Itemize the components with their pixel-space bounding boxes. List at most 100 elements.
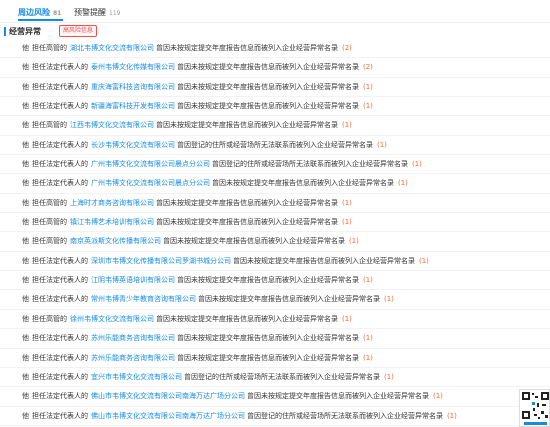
role-text: 担任法定代表人的 [32,82,88,91]
record-count: (1) [363,276,373,285]
person-name: 他 [22,102,29,111]
reason-text: 曾因未按规定提交年度报告信息而被列入企业经营异常名录 [247,392,429,401]
person-name: 他 [22,334,29,343]
record-count: (1) [363,353,373,362]
person-name: 他 [22,237,29,246]
list-item: 他担任高管的 上海时才商务咨询有限公司 曾因未按规定提交年度报告信息而被列入企业经营… [0,194,550,214]
role-text: 担任法定代表人的 [32,256,88,265]
company-link[interactable]: 常州韦博青少年教育咨询有限公司 [91,295,196,303]
company-link[interactable]: 广州韦博文化交流有限公司晨点分公司 [91,160,210,168]
company-link[interactable]: 佛山市韦博文化交流有限公司南海万达广场分公司 [91,412,245,420]
record-count: (1) [412,160,422,169]
list-item: 他担任法定代表人的 佛山市韦博文化交流有限公司南海万达广场分公司 曾因未按规定提交年… [0,387,550,407]
record-count: (1) [419,256,429,265]
tab-count: 81 [53,10,62,17]
tab-warning-alerts[interactable]: 预警提醒 119 [74,7,120,18]
reason-text: 曾因未按规定提交年度报告信息而被列入企业经营异常名录 [177,82,359,91]
company-link[interactable]: 湖北韦博文化交流有限公司 [70,44,154,52]
record-count: (1) [342,314,352,323]
reason-text: 曾因未按规定提交年度报告信息而被列入企业经营异常名录 [177,63,359,72]
person-name: 他 [22,392,29,401]
record-count: (1) [363,334,373,343]
record-count: (1) [363,102,373,111]
company-link[interactable]: 徐州韦博文化交流有限公司 [70,315,154,323]
company-link[interactable]: 江西韦博文化交流有限公司 [70,121,154,129]
list-item: 他担任高管的 南京英派斯文化传播有限公司 曾因未按规定提交年度报告信息而被列入企业经… [0,232,550,252]
person-name: 他 [22,314,29,323]
record-count: (1) [342,218,352,227]
section-accent-bar [4,27,6,36]
company-link[interactable]: 广州韦博文化交流有限公司晨点分公司 [91,179,210,187]
company-link[interactable]: 苏州乐能商务咨询有限公司 [91,354,175,362]
reason-text: 曾因未按规定提交年度报告信息而被列入企业经营异常名录 [156,121,338,130]
company-link[interactable]: 重庆海富科技咨询有限公司 [91,83,175,91]
list-item: 他担任高管的 镇江韦博艺术培训有限公司 曾因未按规定提交年度报告信息而被列入企业经营… [0,213,550,233]
role-text: 担任高管的 [32,218,67,227]
person-name: 他 [22,44,29,52]
list-item: 他担任法定代表人的 江阴韦博英语培训有限公司 曾因未按规定提交年度报告信息而被列入企… [0,271,550,291]
reason-text: 曾因未按规定提交年度报告信息而被列入企业经营异常名录 [156,218,338,227]
person-name: 他 [22,256,29,265]
record-count: (2) [342,44,352,52]
reason-text: 曾因未按规定提交年度报告信息而被列入企业经营异常名录 [177,102,359,111]
reason-text: 曾因未按规定提交年度报告信息而被列入企业经营异常名录 [163,237,345,246]
person-name: 他 [22,218,29,227]
role-text: 担任法定代表人的 [32,353,88,362]
person-name: 他 [22,411,29,420]
reason-text: 曾因未按规定提交年度报告信息而被列入企业经营异常名录 [156,314,338,323]
list-item: 他担任法定代表人的 泰州韦博文化传媒有限公司 曾因未按规定提交年度报告信息而被列入企… [0,58,550,78]
company-link[interactable]: 宜兴市韦博文化交流有限公司 [91,373,182,381]
person-name: 他 [22,160,29,169]
reason-text: 曾因登记的住所或经营场所无法联系而被列入企业经营异常名录 [212,160,408,169]
record-count: (1) [384,295,394,304]
person-name: 他 [22,140,29,149]
high-risk-badge: 高风险信息 [59,25,98,37]
tab-surrounding-risk[interactable]: 周边风险 81 [18,7,61,18]
company-link[interactable]: 苏州乐能商务咨询有限公司 [91,334,175,342]
person-name: 他 [22,276,29,285]
company-link[interactable]: 长沙韦博文化交流有限公司 [91,141,175,149]
role-text: 担任法定代表人的 [32,295,88,304]
risk-tabs: 周边风险 81 预警提醒 119 [0,0,550,22]
company-link[interactable]: 镇江韦博艺术培训有限公司 [70,218,154,226]
role-text: 担任法定代表人的 [32,179,88,188]
record-count: (1) [349,237,359,246]
list-item: 他担任法定代表人的 重庆海富科技咨询有限公司 曾因未按规定提交年度报告信息而被列入企… [0,78,550,98]
record-count: (1) [363,82,373,91]
list-item: 他担任高管的 徐州韦博文化交流有限公司 曾因未按规定提交年度报告信息而被列入企业经营… [0,310,550,330]
person-name: 他 [22,295,29,304]
company-link[interactable]: 泰州韦博文化传媒有限公司 [91,63,175,71]
tab-label: 预警提醒 [74,8,106,17]
role-text: 担任法定代表人的 [32,140,88,149]
reason-text: 曾因未按规定提交年度报告信息而被列入企业经营异常名录 [177,353,359,362]
record-count: (1) [342,198,352,207]
person-name: 他 [22,82,29,91]
section-header: 经营异常 高风险信息 [0,25,550,38]
role-text: 担任法定代表人的 [32,63,88,72]
person-name: 他 [22,353,29,362]
reason-text: 曾因未按规定提交年度报告信息而被列入企业经营异常名录 [198,295,380,304]
role-text: 担任高管的 [32,198,67,207]
company-link[interactable]: 南京英派斯文化传播有限公司 [70,237,161,245]
list-item: 他担任法定代表人的 广州韦博文化交流有限公司晨点分公司 曾因登记的住所或经营场所无法… [0,155,550,175]
company-link[interactable]: 新疆海富科技开发有限公司 [91,102,175,110]
section-title: 经营异常 [9,27,41,36]
list-item: 他担任法定代表人的 佛山市韦博文化交流有限公司南海万达广场分公司 曾因登记的住所或经… [0,407,550,426]
qr-code-icon [522,392,549,425]
role-text: 担任法定代表人的 [32,411,88,420]
role-text: 担任高管的 [32,121,67,130]
role-text: 担任法定代表人的 [32,276,88,285]
active-tab-indicator [18,19,63,21]
tab-label: 周边风险 [18,8,50,17]
list-item: 他担任法定代表人的 广州韦博文化交流有限公司晨点分公司 曾因未按规定提交年度报告信息… [0,174,550,194]
reason-text: 曾因未按规定提交年度报告信息而被列入企业经营异常名录 [177,276,359,285]
qr-code[interactable] [519,389,550,427]
company-link[interactable]: 深圳市韦博文化传播有限公司罗湖书城分公司 [91,257,231,265]
company-link[interactable]: 上海时才商务咨询有限公司 [70,199,154,207]
list-item: 他担任法定代表人的 新疆海富科技开发有限公司 曾因未按规定提交年度报告信息而被列入企… [0,97,550,117]
role-text: 担任法定代表人的 [32,334,88,343]
company-link[interactable]: 江阴韦博英语培训有限公司 [91,276,175,284]
reason-text: 曾因未按规定提交年度报告信息而被列入企业经营异常名录 [212,179,394,188]
company-link[interactable]: 佛山市韦博文化交流有限公司南海万达广场分公司 [91,392,245,400]
list-item: 他担任法定代表人的 宜兴市韦博文化交流有限公司 曾因登记的住所或经营场所无法联系而被… [0,368,550,388]
